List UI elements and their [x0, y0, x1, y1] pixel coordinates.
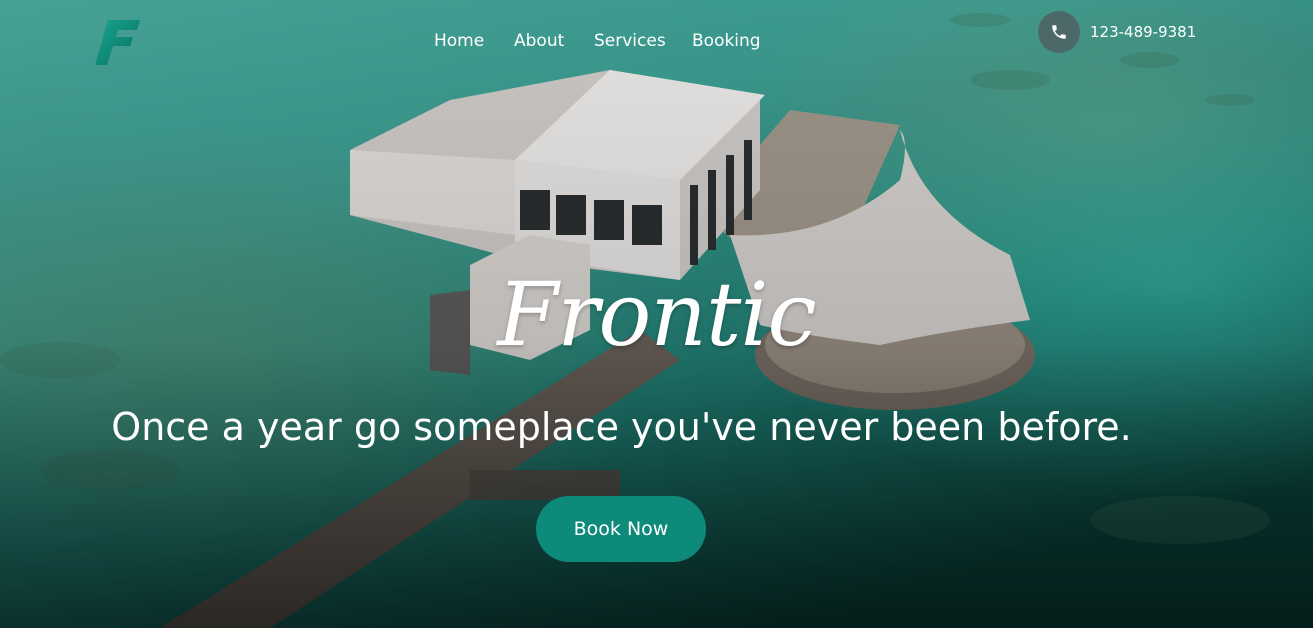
hero-tagline: Once a year go someplace you've never be…: [111, 405, 1132, 449]
phone-number[interactable]: 123-489-9381: [1090, 23, 1196, 41]
nav-about-link[interactable]: About: [514, 30, 564, 52]
hero-section: Home About Services Booking 123-489-9381…: [0, 0, 1313, 628]
contact-phone[interactable]: 123-489-9381: [1038, 10, 1196, 54]
nav-home-link[interactable]: Home: [434, 30, 484, 52]
book-now-button[interactable]: Book Now: [536, 496, 706, 562]
phone-icon-badge: [1038, 11, 1080, 53]
nav-booking-link[interactable]: Booking: [692, 30, 761, 52]
brand-title: Frontic: [497, 263, 817, 366]
phone-icon: [1052, 25, 1066, 39]
nav-services-link[interactable]: Services: [594, 30, 666, 52]
